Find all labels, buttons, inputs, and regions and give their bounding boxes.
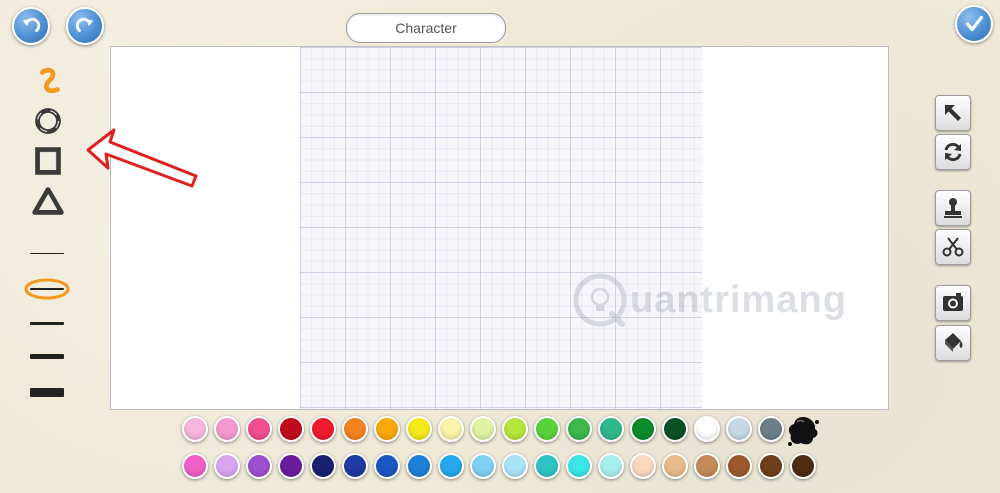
color-swatch[interactable] (694, 416, 720, 442)
camera-icon (943, 293, 963, 311)
color-swatch[interactable] (470, 453, 496, 479)
color-swatch[interactable] (630, 453, 656, 479)
color-swatch[interactable] (502, 453, 528, 479)
color-swatch[interactable] (246, 416, 272, 442)
stroke-size-3[interactable] (22, 310, 72, 336)
redo-button[interactable] (66, 7, 104, 45)
color-swatch[interactable] (342, 416, 368, 442)
color-swatch[interactable] (790, 453, 816, 479)
stamp-icon (944, 198, 962, 218)
color-swatch[interactable] (374, 453, 400, 479)
triangle-icon (32, 187, 64, 215)
stroke-size-2[interactable] (22, 276, 72, 302)
color-swatch[interactable] (310, 416, 336, 442)
redo-icon (75, 17, 94, 32)
color-swatch[interactable] (374, 416, 400, 442)
color-swatch[interactable] (630, 416, 656, 442)
stroke-line (30, 387, 64, 397)
color-swatch[interactable] (662, 416, 688, 442)
select-arrow-icon (945, 105, 961, 121)
color-swatch[interactable] (406, 453, 432, 479)
stroke-line (30, 321, 64, 325)
color-swatch[interactable] (598, 453, 624, 479)
lightbulb-logo-icon (573, 273, 627, 327)
watermark: uantrimang (572, 270, 847, 330)
done-button[interactable] (955, 5, 993, 43)
color-swatch[interactable] (662, 453, 688, 479)
page-title: Character (395, 20, 457, 36)
square-icon (35, 147, 61, 175)
watermark-text: uantrimang (630, 278, 847, 321)
stroke-size-5[interactable] (22, 379, 72, 405)
color-swatch[interactable] (534, 453, 560, 479)
freehand-tool[interactable] (28, 64, 68, 98)
color-swatch[interactable] (726, 416, 752, 442)
color-swatch[interactable] (534, 416, 560, 442)
color-swatch[interactable] (406, 416, 432, 442)
scissors-icon (942, 237, 964, 257)
annotation-arrow-icon (86, 128, 198, 188)
freehand-icon (39, 67, 60, 94)
character-title-field[interactable]: Character (346, 13, 506, 43)
select-tool-button[interactable] (935, 95, 971, 131)
camera-button[interactable] (935, 285, 971, 321)
drawing-canvas[interactable] (110, 46, 889, 410)
stamp-button[interactable] (935, 190, 971, 226)
rotate-icon (944, 142, 962, 162)
color-swatch[interactable] (694, 453, 720, 479)
color-swatch[interactable] (438, 416, 464, 442)
square-tool[interactable] (28, 144, 68, 178)
color-swatch[interactable] (214, 453, 240, 479)
stroke-size-4[interactable] (22, 343, 72, 369)
color-swatch[interactable] (438, 453, 464, 479)
color-swatch[interactable] (342, 453, 368, 479)
circle-icon (35, 108, 61, 134)
color-swatch[interactable] (598, 416, 624, 442)
color-swatch[interactable] (758, 416, 784, 442)
color-swatch[interactable] (758, 453, 784, 479)
paint-bucket-icon (945, 333, 963, 352)
color-swatch[interactable] (502, 416, 528, 442)
color-swatch[interactable] (566, 453, 592, 479)
ink-blot-icon[interactable] (786, 414, 820, 448)
color-swatch[interactable] (310, 453, 336, 479)
color-swatch[interactable] (182, 416, 208, 442)
triangle-tool[interactable] (28, 184, 68, 218)
rotate-button[interactable] (935, 134, 971, 170)
undo-button[interactable] (12, 7, 50, 45)
color-swatch[interactable] (566, 416, 592, 442)
color-swatch[interactable] (470, 416, 496, 442)
color-swatch[interactable] (182, 453, 208, 479)
color-swatch[interactable] (246, 453, 272, 479)
stroke-line (30, 252, 64, 254)
color-swatch[interactable] (214, 416, 240, 442)
undo-icon (22, 17, 41, 32)
stroke-line (30, 353, 64, 359)
scissors-button[interactable] (935, 229, 971, 265)
paint-bucket-button[interactable] (935, 325, 971, 361)
drawing-grid[interactable] (300, 47, 702, 409)
color-swatch[interactable] (278, 416, 304, 442)
stroke-size-1[interactable] (22, 240, 72, 266)
checkmark-icon (965, 15, 983, 32)
circle-tool[interactable] (28, 104, 68, 138)
color-swatch[interactable] (726, 453, 752, 479)
stroke-line (30, 288, 64, 290)
color-swatch[interactable] (278, 453, 304, 479)
